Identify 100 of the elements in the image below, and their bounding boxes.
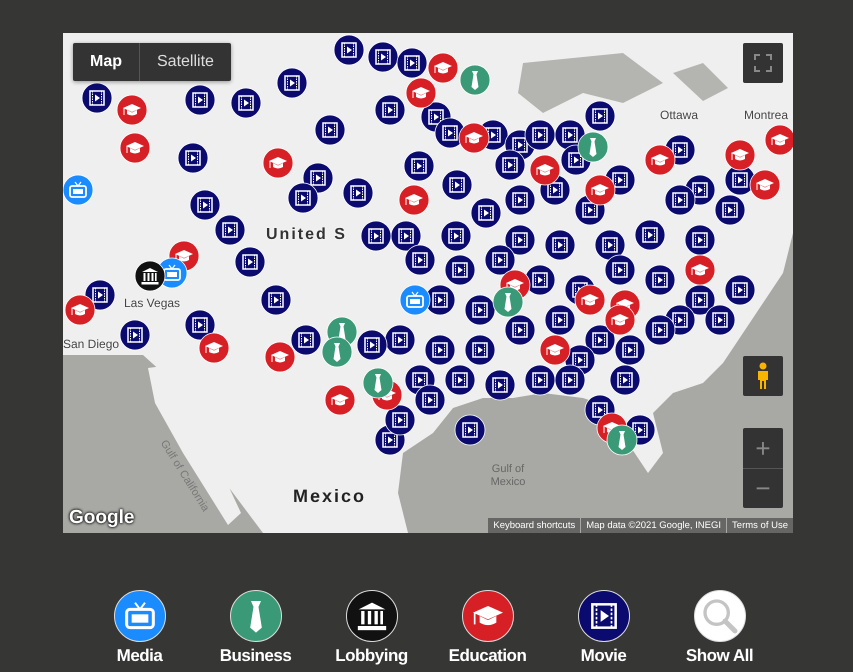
film-marker[interactable]: [178, 142, 208, 174]
film-marker[interactable]: [120, 320, 150, 350]
map-type-tab[interactable]: Map: [73, 43, 139, 81]
graduation-cap-marker[interactable]: [406, 78, 436, 108]
graduation-cap-marker[interactable]: [198, 332, 230, 364]
zoom-in-button[interactable]: +: [743, 428, 783, 468]
pegman-button[interactable]: [743, 356, 783, 396]
film-marker[interactable]: [504, 314, 536, 346]
tv-marker[interactable]: [63, 174, 94, 206]
film-marker[interactable]: [604, 254, 636, 286]
attribution-link[interactable]: Map data ©2021 Google, INEGI: [581, 518, 726, 533]
tv-marker[interactable]: [400, 284, 430, 316]
film-marker[interactable]: [184, 84, 216, 116]
film-marker[interactable]: [444, 364, 476, 396]
film-marker[interactable]: [314, 114, 346, 146]
film-marker[interactable]: [334, 34, 364, 66]
zoom-out-button[interactable]: −: [743, 468, 783, 508]
film-marker[interactable]: [424, 334, 456, 366]
graduation-cap-marker[interactable]: [64, 294, 96, 326]
film-marker[interactable]: [288, 182, 318, 214]
tie-marker[interactable]: [362, 368, 394, 398]
filter-button[interactable]: Media: [82, 590, 198, 666]
film-marker[interactable]: [544, 304, 576, 336]
film-marker[interactable]: [234, 246, 266, 278]
graduation-cap-marker[interactable]: [264, 342, 296, 372]
film-marker[interactable]: [524, 364, 556, 396]
film-marker[interactable]: [704, 304, 736, 336]
graduation-cap-marker[interactable]: [574, 284, 606, 316]
film-marker[interactable]: [584, 100, 616, 132]
film-marker[interactable]: [544, 230, 576, 260]
graduation-cap-marker[interactable]: [540, 334, 570, 366]
attribution-link[interactable]: Terms of Use: [727, 518, 793, 533]
graduation-cap-marker[interactable]: [428, 52, 458, 84]
film-marker[interactable]: [610, 364, 640, 396]
graduation-cap-marker[interactable]: [604, 304, 636, 336]
film-marker[interactable]: [342, 178, 374, 208]
graduation-cap-marker[interactable]: [684, 254, 716, 286]
film-marker[interactable]: [260, 284, 292, 316]
film-marker[interactable]: [470, 198, 502, 228]
film-marker[interactable]: [644, 264, 676, 296]
film-marker[interactable]: [464, 294, 496, 326]
film-marker[interactable]: [214, 214, 246, 246]
film-marker[interactable]: [554, 364, 586, 396]
filter-button[interactable]: Education: [430, 590, 546, 666]
film-marker[interactable]: [504, 224, 536, 256]
film-marker[interactable]: [368, 42, 398, 72]
film-marker[interactable]: [614, 334, 646, 366]
film-marker[interactable]: [396, 48, 428, 78]
filter-button[interactable]: Business: [198, 590, 314, 666]
graduation-cap-marker[interactable]: [724, 140, 756, 170]
film-marker[interactable]: [714, 194, 746, 226]
film-marker[interactable]: [464, 334, 496, 366]
film-marker[interactable]: [664, 184, 696, 216]
film-marker[interactable]: [414, 384, 446, 416]
film-marker[interactable]: [384, 324, 416, 356]
film-marker[interactable]: [190, 190, 220, 220]
tie-marker[interactable]: [322, 336, 352, 368]
film-marker[interactable]: [384, 404, 416, 436]
graduation-cap-marker[interactable]: [116, 94, 148, 126]
graduation-cap-marker[interactable]: [764, 124, 793, 156]
film-marker[interactable]: [374, 94, 406, 126]
film-marker[interactable]: [484, 244, 516, 276]
tie-marker[interactable]: [492, 286, 524, 318]
tie-marker[interactable]: [578, 132, 608, 162]
film-marker[interactable]: [276, 68, 308, 98]
graduation-cap-marker[interactable]: [530, 154, 560, 186]
graduation-cap-marker[interactable]: [120, 132, 150, 164]
graduation-cap-marker[interactable]: [262, 148, 294, 178]
filter-button[interactable]: Movie: [546, 590, 662, 666]
film-marker[interactable]: [684, 224, 716, 256]
attribution-link[interactable]: Keyboard shortcuts: [488, 518, 580, 533]
graduation-cap-marker[interactable]: [458, 122, 490, 154]
film-marker[interactable]: [360, 220, 392, 252]
film-marker[interactable]: [444, 254, 476, 286]
map-type-tab[interactable]: Satellite: [139, 43, 231, 81]
graduation-cap-marker[interactable]: [324, 384, 356, 416]
film-marker[interactable]: [724, 274, 756, 306]
graduation-cap-marker[interactable]: [584, 174, 616, 206]
film-marker[interactable]: [230, 88, 262, 118]
film-marker[interactable]: [82, 82, 112, 114]
graduation-cap-marker[interactable]: [398, 184, 430, 216]
fullscreen-button[interactable]: [743, 43, 783, 83]
film-marker[interactable]: [404, 150, 434, 182]
filter-button[interactable]: Show All: [662, 590, 778, 666]
film-marker[interactable]: [634, 220, 666, 250]
film-marker[interactable]: [442, 170, 472, 200]
film-marker[interactable]: [356, 330, 388, 360]
film-marker[interactable]: [644, 314, 676, 346]
film-marker[interactable]: [594, 230, 626, 260]
filter-button[interactable]: Lobbying: [314, 590, 430, 666]
film-marker[interactable]: [440, 220, 472, 252]
film-marker[interactable]: [524, 120, 556, 150]
film-marker[interactable]: [454, 414, 486, 446]
tie-marker[interactable]: [606, 424, 638, 456]
building-marker[interactable]: [134, 260, 166, 292]
graduation-cap-marker[interactable]: [644, 144, 676, 176]
film-marker[interactable]: [404, 244, 436, 276]
film-marker[interactable]: [494, 150, 526, 180]
tie-marker[interactable]: [460, 64, 490, 96]
film-marker[interactable]: [484, 370, 516, 400]
